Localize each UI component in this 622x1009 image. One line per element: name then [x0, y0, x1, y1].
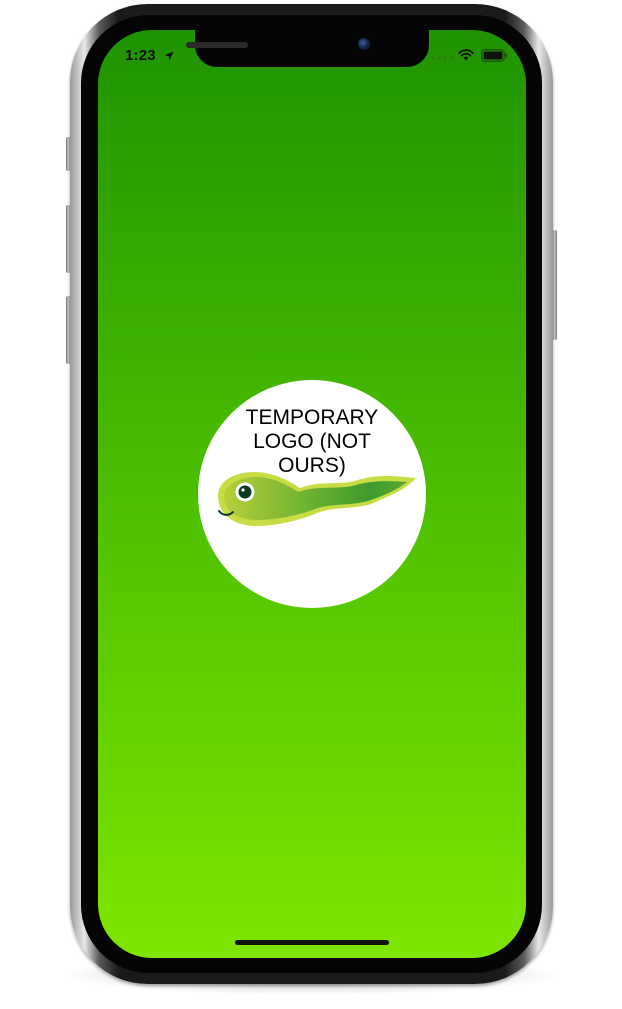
wifi-icon: [458, 49, 474, 61]
signal-dots-icon: [431, 56, 453, 60]
temporary-logo: TEMPORARY LOGO (NOT OURS): [198, 380, 426, 608]
location-arrow-icon: [164, 51, 174, 61]
status-time: 1:23: [125, 47, 156, 64]
logo-text: TEMPORARY LOGO (NOT OURS): [245, 406, 379, 477]
home-indicator[interactable]: [235, 940, 389, 945]
device-mockup: 1:23 TEMPORARY LOGO (NOT OURS): [0, 0, 622, 1009]
display-notch: [195, 30, 429, 67]
front-camera: [358, 38, 370, 50]
battery-icon: [481, 49, 508, 62]
earpiece-speaker: [186, 42, 248, 48]
splash-screen: 1:23 TEMPORARY LOGO (NOT OURS): [98, 30, 526, 958]
